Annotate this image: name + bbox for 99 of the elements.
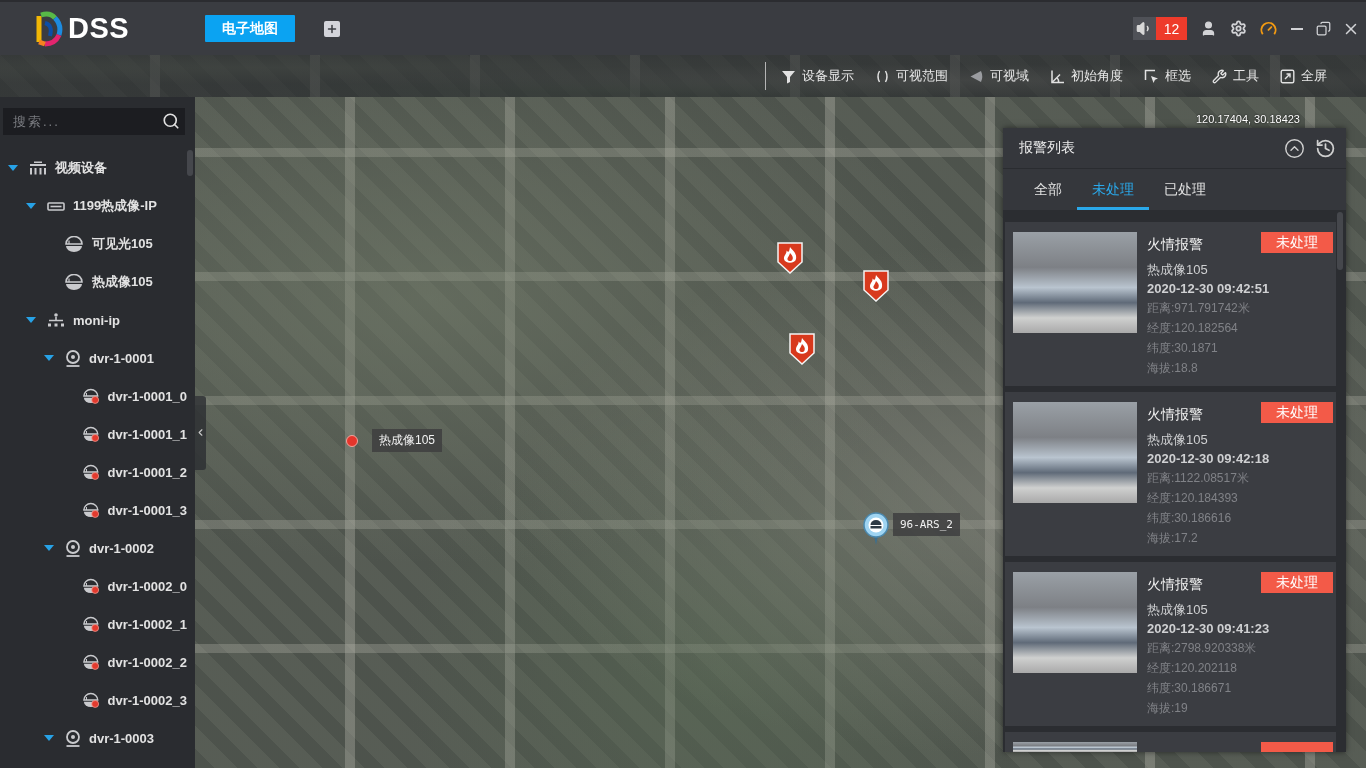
alarm-count-badge: 12: [1156, 17, 1187, 40]
tree-item[interactable]: dvr-1-0001_0: [107, 388, 187, 404]
filter-tab[interactable]: 全部: [1019, 169, 1077, 210]
longitude-text: 经度:120.182564: [1147, 320, 1239, 337]
funnel-icon: [781, 68, 796, 84]
webcam-icon: [65, 539, 81, 557]
alarm-title: 火情报警: [1147, 405, 1203, 423]
fire-marker-icon[interactable]: [789, 333, 815, 365]
collapse-icon[interactable]: [1284, 137, 1305, 159]
marker-label: 热成像105: [372, 429, 443, 452]
fire-marker-icon[interactable]: [777, 242, 803, 274]
angle-icon: [1050, 68, 1065, 84]
tree-item[interactable]: dvr-1-0002_0: [107, 578, 187, 594]
altitude-text: 海拔:18.8: [1147, 360, 1199, 377]
tree-item[interactable]: 视频设备: [55, 159, 107, 177]
minimize-icon: [1290, 27, 1303, 30]
settings-icon: [1229, 20, 1247, 37]
tree-item[interactable]: dvr-1-0001: [89, 350, 155, 366]
fullscreen-icon: [1280, 68, 1295, 84]
longitude-text: 经度:120.184393: [1147, 490, 1239, 507]
webcam-icon: [65, 729, 81, 747]
alarm-time: 2020-12-30 09:42:51: [1147, 280, 1271, 298]
longitude-text: 经度:120.202118: [1147, 660, 1238, 677]
latitude-text: 纬度:30.186671: [1147, 680, 1233, 697]
search-icon[interactable]: [162, 112, 180, 130]
device-name: 热成像105: [1147, 261, 1209, 279]
add-tab-button[interactable]: [324, 20, 341, 37]
toolbar-button[interactable]: 工具: [1212, 67, 1259, 85]
toolbar-button[interactable]: 可视域: [969, 67, 1029, 85]
hierarchy-icon: [29, 161, 47, 175]
caret-icon[interactable]: [26, 201, 36, 211]
app-name: DSS: [68, 12, 130, 45]
alarm-card[interactable]: 火情报警 未处理 热成像105 2020-12-30 09:41:23 距离:2798.920338米 经度:120.202118 纬度:30.186671 海拔:19: [1005, 562, 1336, 726]
network-icon: [47, 313, 65, 327]
history-icon[interactable]: [1315, 137, 1336, 159]
tree-item[interactable]: dvr-1-0002_3: [107, 692, 187, 708]
alarm-card[interactable]: [1005, 732, 1336, 752]
webcam-icon: [65, 349, 81, 367]
status-badge: 未处理: [1261, 232, 1333, 253]
marker-label: 96-ARS_2: [893, 513, 960, 536]
toolbar-button[interactable]: 设备显示: [781, 67, 854, 85]
tree-item[interactable]: dvr-1-0002_1: [107, 616, 187, 632]
status-badge: [1261, 742, 1333, 752]
recorder-icon: [47, 201, 65, 211]
wrench-icon: [1212, 68, 1227, 84]
tree-item[interactable]: 1199热成像-IP: [73, 197, 157, 215]
search-field[interactable]: 搜索...: [3, 108, 185, 135]
tree-item[interactable]: 可见光105: [92, 235, 153, 253]
alarm-title: 火情报警: [1147, 235, 1203, 253]
filter-tab[interactable]: 已处理: [1149, 169, 1221, 210]
fire-marker-icon[interactable]: [863, 270, 889, 302]
device-name: 热成像105: [1147, 601, 1209, 619]
altitude-text: 海拔:17.2: [1147, 530, 1199, 547]
toolbar-button[interactable]: 可视范围: [875, 67, 948, 85]
alarm-card[interactable]: 火情报警 未处理 热成像105 2020-12-30 09:42:51 距离:971.791742米 经度:120.182564 纬度:30.1871 海拔:18.8: [1005, 222, 1336, 386]
sector-icon: [969, 68, 984, 84]
distance-text: 距离:971.791742米: [1147, 300, 1251, 317]
select-cursor-icon: [1144, 68, 1159, 84]
caret-icon[interactable]: [26, 315, 36, 325]
distance-text: 距离:1122.08517米: [1147, 470, 1250, 487]
alarm-time: 2020-12-30 09:42:18: [1147, 450, 1271, 468]
restore-icon: [1316, 21, 1331, 36]
alarm-title: 火情报警: [1147, 575, 1203, 593]
caret-icon[interactable]: [44, 353, 54, 363]
alarm-time: 2020-12-30 09:41:23: [1147, 620, 1271, 638]
tree-item[interactable]: dvr-1-0003: [89, 730, 155, 746]
caret-icon[interactable]: [44, 543, 54, 553]
scrollbar-thumb[interactable]: [187, 150, 193, 176]
tree-item[interactable]: dvr-1-0001_3: [107, 502, 187, 518]
tree-item[interactable]: moni-ip: [73, 312, 120, 328]
sidebar-toggle-button[interactable]: [195, 395, 206, 470]
tree-item[interactable]: 热成像105: [92, 273, 153, 291]
plus-icon: [326, 22, 339, 35]
alarm-sound-button[interactable]: 12: [1133, 17, 1187, 40]
caret-icon[interactable]: [44, 733, 54, 743]
distance-text: 距离:2798.920338米: [1147, 640, 1258, 657]
tree-item[interactable]: dvr-1-0002: [89, 540, 155, 556]
tree-item[interactable]: dvr-1-0001_2: [107, 464, 187, 480]
toolbar-button[interactable]: 初始角度: [1050, 67, 1123, 85]
camera-pin-icon[interactable]: [863, 512, 889, 546]
parentheses-icon: [875, 68, 890, 84]
coordinates-readout: 120.17404, 30.18423: [1196, 112, 1300, 127]
altitude-text: 海拔:19: [1147, 700, 1189, 717]
status-badge: 未处理: [1261, 402, 1333, 423]
scrollbar-thumb[interactable]: [1337, 212, 1343, 270]
device-name: 热成像105: [1147, 431, 1209, 449]
latitude-text: 纬度:30.1871: [1147, 340, 1219, 357]
tree-item[interactable]: dvr-1-0002_2: [107, 654, 187, 670]
alarm-dot-icon[interactable]: [346, 435, 358, 447]
latitude-text: 纬度:30.186616: [1147, 510, 1233, 527]
panel-title: 报警列表: [1019, 139, 1075, 157]
status-badge: 未处理: [1261, 572, 1333, 593]
logo-icon: [35, 10, 63, 47]
toolbar-button[interactable]: 全屏: [1280, 67, 1327, 85]
tree-item[interactable]: dvr-1-0001_1: [107, 426, 187, 442]
toolbar-button[interactable]: 框选: [1144, 67, 1191, 85]
caret-icon[interactable]: [8, 163, 18, 173]
gauge-icon: [1259, 20, 1277, 37]
alarm-card[interactable]: 火情报警 未处理 热成像105 2020-12-30 09:42:18 距离:1122.08517米 经度:120.184393 纬度:30.186616 海拔:17.2: [1005, 392, 1336, 556]
